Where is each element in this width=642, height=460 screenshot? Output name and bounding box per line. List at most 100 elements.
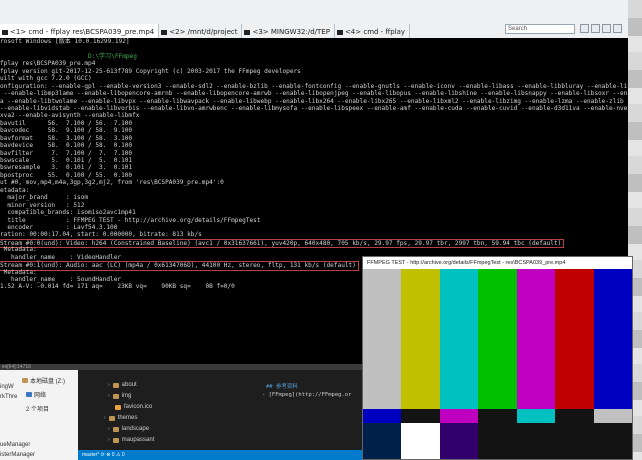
console-icon	[244, 29, 251, 35]
tree-item[interactable]: › landscape	[108, 426, 149, 432]
console-line-text: bavfilter 7. 7.100 / 7. 7.100	[0, 149, 133, 157]
console-line: major_brand : isom	[0, 194, 628, 201]
status-bar[interactable]: master* ⟳ ⊗ 0 ⚠ 0	[78, 450, 362, 460]
tree-item[interactable]: favicon.ico	[112, 404, 152, 410]
console-line: bswresample 3. 0.101 / 3. 0.101	[0, 164, 628, 171]
console-line-text: minor_version : 512	[0, 201, 85, 209]
tab-1[interactable]: <1> cmd - ffplay res\BCSPA039_pre.mp4	[0, 24, 160, 38]
color-bar	[516, 269, 556, 409]
tree-item-label: landscape	[121, 426, 150, 432]
console-line-text: a --enable-libtwolame --enable-libvpx --…	[0, 97, 628, 105]
network-icon	[26, 392, 32, 397]
search-input[interactable]: Search	[505, 24, 575, 34]
console-line-text: major_brand : isom	[0, 194, 89, 202]
tree-item[interactable]: › about	[108, 382, 137, 388]
console-line-text: bswresample 3. 0.101 / 3. 0.101	[0, 164, 133, 172]
toolbar-icons	[580, 24, 622, 33]
color-bar	[593, 269, 632, 409]
ffplay-window[interactable]: FFMPEG TEST - http://archive.org/details…	[362, 256, 633, 460]
console-line-text: Metadata:	[0, 268, 37, 276]
file-explorer-panel: 本地磁盘 (Z:) 网络 2 个项目 ingW rkThre ueManager…	[0, 370, 78, 460]
color-bar	[439, 409, 479, 423]
tab-label: <1> cmd - ffplay res\BCSPA039_pre.mp4	[10, 28, 155, 36]
console-line: fplay res\BCSPA039_pre.mp4	[0, 60, 628, 67]
folder-icon	[112, 393, 119, 399]
console-line: bavformat 58. 3.100 / 58. 3.100	[0, 135, 628, 142]
color-bar	[478, 409, 517, 423]
console-line: fplay version git-2017-12-25-613f789 Cop…	[0, 68, 628, 75]
console-icon	[161, 29, 168, 35]
editor-line: - [FFmpeg](http://FFmpeg.or	[262, 392, 352, 398]
color-bar	[593, 423, 632, 459]
folder-icon	[112, 382, 119, 388]
left-label: ueManager	[0, 442, 31, 448]
tab-3[interactable]: <3> MINGW32:/d/TEP	[242, 24, 335, 38]
console-line-text: 1.52 A-V: -0.014 fd= 171 aq= 23KB vq= 90…	[0, 283, 235, 291]
chevron-right-icon: ›	[104, 415, 106, 421]
video-frame	[363, 269, 632, 459]
console-line: bavcodec 58. 9.100 / 58. 9.100	[0, 127, 628, 134]
console-line: ut #0, mov,mp4,m4a,3gp,3g2,mj2, from 're…	[0, 179, 628, 186]
new-console-icon[interactable]	[580, 24, 589, 33]
chevron-right-icon: ›	[108, 393, 110, 399]
console-line-text: compatible_brands: isomiso2avc1mp41	[0, 209, 136, 217]
tab-label: <4> cmd - ffplay	[344, 28, 406, 36]
console-line-text: Stream #0:0(und): Video: h264 (Constrain…	[0, 238, 565, 249]
chevron-right-icon: ›	[108, 437, 110, 443]
markdown-editor[interactable]: ## 参考资料 - [FFmpeg](http://FFmpeg.or	[248, 370, 362, 450]
tab-4[interactable]: <4> cmd - ffplay	[335, 24, 411, 38]
console-line-text: bswscale 5. 0.101 / 5. 0.101	[0, 157, 133, 164]
tree-item[interactable]: › maupassant	[108, 437, 154, 443]
console-line: xva2 --enable-avisynth --enable-libmfx	[0, 112, 628, 119]
color-bar	[478, 423, 517, 459]
console-line-text: encoder : Lavf54.3.100	[0, 223, 118, 231]
explorer-item-drive[interactable]: 本地磁盘 (Z:)	[22, 376, 65, 385]
terminal-tab-bar: <1> cmd - ffplay res\BCSPA039_pre.mp4 <2>…	[0, 0, 628, 39]
console-line-text: etadata:	[0, 186, 30, 194]
console-icon	[336, 29, 343, 35]
folder-icon	[108, 415, 115, 421]
console-line-text: Metadata:	[0, 246, 37, 254]
console-line: Stream #0:0(und): Video: h264 (Constrain…	[0, 238, 628, 249]
console-line-text: bavformat 58. 3.100 / 58. 3.100	[0, 134, 133, 142]
menu-icon[interactable]	[613, 24, 622, 33]
console-line: --enable-libmp3lame --enable-libopencore…	[0, 90, 628, 97]
console-line-text: ut #0, mov,mp4,m4a,3gp,3g2,mj2, from 're…	[0, 179, 224, 187]
color-bar	[555, 269, 594, 409]
console-line: --enable-libvidstab --enable-libvorbis -…	[0, 105, 628, 112]
folder-icon	[112, 437, 119, 443]
tree-item-label: about	[121, 382, 137, 388]
color-bars-main	[363, 269, 632, 409]
color-bar	[516, 423, 556, 459]
color-bar	[401, 409, 440, 423]
console-line: etadata:	[0, 187, 628, 194]
explorer-item-count: 2 个项目	[26, 407, 50, 413]
console-line-text: handler_name : SoundHandler	[0, 276, 122, 283]
color-bars-pluge	[363, 423, 632, 459]
color-bars-castellation	[363, 409, 632, 423]
editor-line: ## 参考资料	[266, 384, 298, 390]
console-line: D:\学习\FFmpeg	[0, 53, 628, 60]
left-label: isterManager	[0, 452, 36, 458]
split-icon[interactable]	[602, 24, 611, 33]
console-line: encoder : Lavf54.3.100	[0, 224, 628, 231]
tree-item[interactable]: › themes	[104, 415, 137, 421]
console-line-text: fplay version git-2017-12-25-613f789 Cop…	[0, 67, 301, 75]
tree-item-label: img	[121, 393, 132, 399]
color-bar	[439, 423, 479, 459]
console-line: bavdevice 58. 0.100 / 58. 0.100	[0, 142, 628, 149]
console-line-text: --enable-libvidstab --enable-libvorbis -…	[0, 104, 628, 112]
lock-icon[interactable]	[591, 24, 600, 33]
color-bar	[401, 423, 440, 459]
console-line-text: bpostproc 55. 0.100 / 55. 0.100	[0, 171, 133, 179]
left-label: rkThre	[0, 394, 18, 400]
console-line-text: uilt with gcc 7.2.0 (GCC)	[0, 75, 92, 83]
console-line-text: xva2 --enable-avisynth --enable-libmfx	[0, 112, 140, 120]
tab-2[interactable]: <2> /mnt/d/project	[159, 24, 243, 38]
explorer-item-network[interactable]: 网络	[26, 390, 46, 399]
tree-item[interactable]: › img	[108, 393, 131, 399]
console-line: minor_version : 512	[0, 202, 628, 209]
console-line: onfiguration: --enable-gpl --enable-vers…	[0, 83, 628, 90]
console-line-text: fplay res\BCSPA039_pre.mp4	[0, 60, 96, 68]
